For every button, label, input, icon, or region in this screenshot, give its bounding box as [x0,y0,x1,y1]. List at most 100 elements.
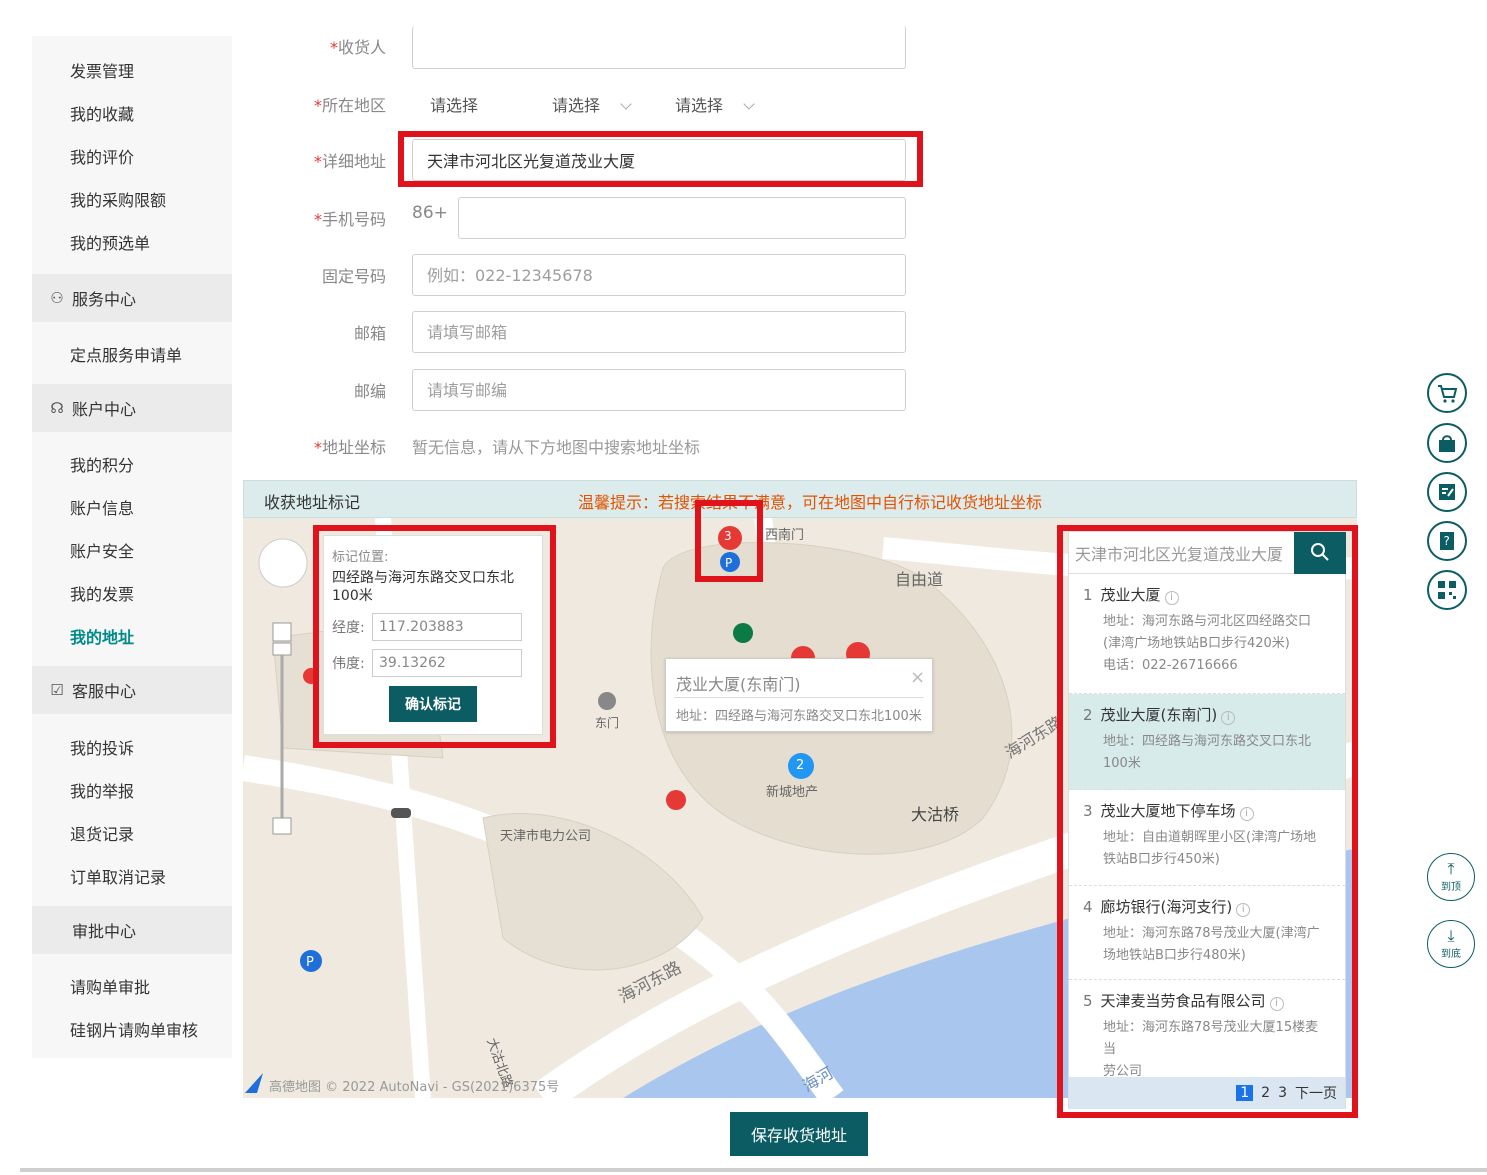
save-address-button[interactable]: 保存收货地址 [730,1112,868,1156]
shopping-bag-button[interactable] [1427,423,1467,463]
sidebar-item-preselect[interactable]: 我的预选单 [70,230,150,254]
svg-text:P: P [725,556,732,570]
clipboard-icon: ☑ [50,681,64,699]
back-to-top-button[interactable]: ⤒ 到顶 [1427,853,1475,901]
poi-tooltip: 茂业大厦(东南门) × 地址：四经路与海河东路交叉口东北100米 [665,658,933,732]
map-header-tip: 温馨提示：若搜索结果不满意，可在地图中自行标记收货地址坐标 [578,493,1043,512]
mark-popup-title: 标记位置: [332,550,389,565]
receiver-input[interactable] [412,26,906,69]
sidebar-section-account: ☊ 账户中心 [32,384,232,432]
arrow-down-icon: ⤓ [1447,926,1455,945]
sidebar-item-returns[interactable]: 退货记录 [70,821,134,845]
sidebar-item-account-security[interactable]: 账户安全 [70,538,134,562]
page-2[interactable]: 2 [1261,1085,1270,1101]
search-panel: 1茂业大厦i 地址：海河东路与河北区四经路交口(津湾广场地铁站B口步行420米)… [1068,531,1346,1109]
map-label-xincheng: 新城地产 [766,785,819,800]
email-label: 邮箱 [353,324,386,343]
confirm-mark-button[interactable]: 确认标记 [389,686,477,722]
latitude-label: 伟度: [332,656,365,672]
phone-input[interactable] [458,197,906,239]
sidebar-item-reports[interactable]: 我的举报 [70,778,134,802]
user-service-icon: ⚇ [50,289,64,307]
longitude-label: 经度: [332,620,365,636]
info-icon: i [1164,591,1179,605]
phone-label: *手机号码 [313,210,386,229]
search-result-item[interactable]: 3 茂业大厦地下停车场 i 地址：自由道朝晖里小区(津湾广场地 铁站B口步行450米) [1069,790,1345,886]
order-button[interactable] [1427,472,1467,512]
help-button[interactable]: ? [1427,521,1467,561]
search-result-item[interactable]: 1 茂业大厦 i 地址：海河东路与河北区四经路交口 (津湾广场地铁站B口步行420米)… [1069,574,1345,694]
sidebar-item-favorites[interactable]: 我的收藏 [70,101,134,125]
pagination: 1 2 3 下一页 [1069,1077,1345,1109]
detail-address-label: *详细地址 [313,152,386,171]
go-to-bottom-button[interactable]: ⤓ 到底 [1427,920,1475,968]
info-icon: i [1221,711,1236,725]
cart-icon [1438,385,1458,403]
search-icon [1311,542,1329,561]
longitude-input[interactable] [372,613,522,641]
sidebar-section-label: 客服中心 [72,682,137,701]
info-icon: i [1269,997,1284,1011]
sidebar-section-label: 审批中心 [72,922,137,941]
chevron-down-icon [620,98,632,110]
next-page[interactable]: 下一页 [1295,1083,1337,1103]
map-marker-2-label[interactable]: 2 [796,758,804,773]
bag-icon [1439,435,1455,452]
map-label-dagu: 大沽桥 [911,805,960,824]
zip-input[interactable] [412,369,906,411]
mark-position-popup: 标记位置: 四经路与海河东路交叉口东北100米 经度: 伟度: 确认标记 [323,535,543,735]
sidebar-item-service-apply[interactable]: 定点服务申请单 [70,342,182,366]
poi-tooltip-title: 茂业大厦(东南门) [676,675,801,694]
svg-text:?: ? [1444,534,1450,548]
coord-text: 暂无信息，请从下方地图中搜索地址坐标 [412,438,701,457]
sidebar: 发票管理 我的收藏 我的评价 我的采购限额 我的预选单 ⚇ 服务中心 定点服务申… [32,36,232,1058]
svg-text:P: P [306,955,314,970]
search-button[interactable] [1294,532,1346,574]
sidebar-item-points[interactable]: 我的积分 [70,452,134,476]
page-3[interactable]: 3 [1278,1085,1287,1101]
sidebar-section-customer: ☑ 客服中心 [32,666,232,714]
info-icon: i [1236,903,1251,917]
cart-button[interactable] [1427,373,1467,413]
sidebar-item-my-address[interactable]: 我的地址 [70,624,134,648]
sidebar-item-account-info[interactable]: 账户信息 [70,495,134,519]
search-result-item[interactable]: 5 天津麦当劳食品有限公司 i 地址：海河东路78号茂业大厦15楼麦当 劳公司 [1069,980,1345,1079]
detail-address-input[interactable] [412,139,906,181]
district-select[interactable]: 请选择 [675,92,755,116]
sidebar-section-label: 账户中心 [72,400,137,419]
sidebar-section-service: ⚇ 服务中心 [32,274,232,322]
search-result-item[interactable]: 4 廊坊银行(海河支行) i 地址：海河东路78号茂业大厦(津湾广 场地铁站B口步行4… [1069,886,1345,980]
sidebar-item-complaints[interactable]: 我的投诉 [70,735,134,759]
sidebar-section-label: 服务中心 [72,290,137,309]
sidebar-item-steel-review[interactable]: 硅钢片请购单审核 [70,1017,198,1041]
sidebar-item-invoice-mgmt[interactable]: 发票管理 [70,58,134,82]
divider [674,697,924,698]
map-label-power: 天津市电力公司 [500,829,592,844]
map-label-ziyoudao: 自由道 [895,570,944,589]
edit-list-icon [1439,484,1455,500]
receiver-label: *收货人 [329,38,386,57]
sidebar-item-purchase-limit[interactable]: 我的采购限额 [70,187,166,211]
page-1[interactable]: 1 [1236,1085,1254,1101]
qrcode-button[interactable] [1427,570,1467,610]
sidebar-item-requisition-approve[interactable]: 请购单审批 [70,974,150,998]
map-header-title: 收获地址标记 [264,493,361,512]
map-header: 收获地址标记 温馨提示：若搜索结果不满意，可在地图中自行标记收货地址坐标 [243,480,1357,518]
arrow-up-icon: ⤒ [1447,859,1455,878]
region-label: *所在地区 [313,96,386,115]
sidebar-item-reviews[interactable]: 我的评价 [70,144,134,168]
sidebar-item-order-cancel[interactable]: 订单取消记录 [70,864,166,888]
search-result-item-selected[interactable]: 2 茂业大厦(东南门) i 地址：四经路与海河东路交叉口东北 100米 [1069,694,1345,790]
city-select[interactable]: 请选择 [552,92,632,116]
close-icon[interactable]: × [910,667,925,688]
province-select[interactable]: 请选择 [430,92,478,116]
map-search-input[interactable] [1069,532,1294,574]
sidebar-item-my-invoice[interactable]: 我的发票 [70,581,134,605]
chevron-down-icon [743,98,755,110]
email-input[interactable] [412,311,906,353]
map-marker-3-label[interactable]: 3 [724,529,732,543]
landline-input[interactable] [412,254,906,296]
latitude-input[interactable] [372,649,522,677]
mark-popup-address: 四经路与海河东路交叉口东北100米 [332,570,514,604]
zip-label: 邮编 [353,382,386,401]
